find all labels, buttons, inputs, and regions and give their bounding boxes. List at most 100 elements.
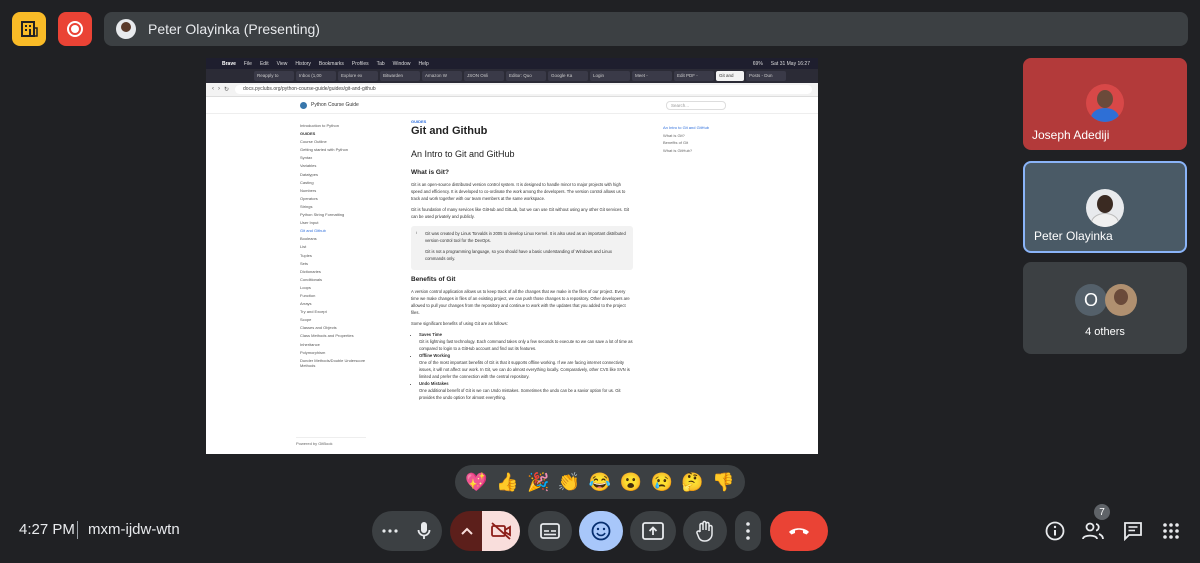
menubar-item: Help [418, 60, 429, 67]
chat-button[interactable] [1120, 518, 1146, 544]
powered-by: Powered by GitBook [296, 437, 366, 446]
participant-name: Joseph Adediji [1032, 128, 1110, 142]
others-label: 4 others [1085, 326, 1125, 338]
send-reaction-button[interactable] [579, 511, 623, 551]
menubar-item: Window [392, 60, 411, 67]
menubar-item: File [243, 60, 252, 67]
hand-icon [696, 520, 713, 542]
camera-off-icon [491, 522, 511, 540]
people-button[interactable] [1080, 518, 1106, 544]
table-of-contents: An Intro to Git and GitHub What is Git? … [663, 125, 709, 155]
sidebar-item: Dictionaries [300, 268, 321, 274]
sidebar-item: Introduction to Python [300, 123, 339, 128]
presenter-label: Peter Olayinka (Presenting) [148, 21, 320, 37]
reaction-thumbs-up[interactable]: 👍 [494, 469, 520, 495]
menubar-datetime: Sat 31 May 16:27 [770, 60, 810, 67]
sidebar-item: Getting started with Python [300, 147, 349, 153]
reaction-thumbs-down[interactable]: 👎 [710, 469, 736, 495]
sidebar-item: Course Outline [300, 139, 327, 145]
meeting-host-icon[interactable] [12, 12, 46, 46]
sidebar-item: Class Methods and Properties [300, 333, 354, 339]
browser-tab: Edit PDF - [674, 71, 714, 81]
leave-call-button[interactable] [770, 511, 828, 551]
paragraph: Git is foundation of many services like … [411, 207, 630, 219]
sidebar-item: Variables [300, 163, 317, 169]
sidebar-item: Booleans [300, 236, 317, 242]
reactions-bar: 💖 👍 🎉 👏 😂 😮 😢 🤔 👎 [455, 465, 745, 499]
list-item: Offline WorkingOne of the most important… [419, 352, 633, 380]
present-screen-button[interactable] [630, 511, 676, 551]
raise-hand-button[interactable] [683, 511, 727, 551]
info-icon [1045, 521, 1065, 541]
participant-tile-active[interactable]: Peter Olayinka [1023, 161, 1187, 253]
microphone-button[interactable] [406, 511, 442, 551]
audio-options-button[interactable] [372, 511, 408, 551]
docs-content: GUIDES Git and Github An Intro to Git an… [411, 119, 633, 401]
recording-indicator[interactable] [58, 12, 92, 46]
sidebar-item: List [300, 244, 307, 250]
reaction-sad[interactable]: 😢 [649, 469, 675, 495]
more-vertical-icon [746, 522, 750, 540]
chevron-up-icon [461, 527, 473, 535]
avatar [1086, 189, 1124, 227]
meeting-details-button[interactable] [1042, 518, 1068, 544]
building-icon [21, 21, 38, 37]
people-count-badge: 7 [1094, 504, 1110, 520]
participant-name: Peter Olayinka [1034, 229, 1113, 243]
reaction-heart[interactable]: 💖 [463, 469, 489, 495]
camera-options-button[interactable] [450, 511, 484, 551]
people-icon [1082, 522, 1104, 540]
sidebar-item: Numbers [300, 187, 317, 193]
browser-tab: Bitwarden [380, 71, 420, 81]
sidebar-item: Dunder Methods/Double Underscore Methods [300, 357, 366, 368]
info-callout: Git was created by Linus Torvalds in 200… [411, 226, 633, 270]
heading-what-is-git: What is Git? [411, 169, 449, 176]
avatar-initial: O [1075, 284, 1107, 316]
reaction-party[interactable]: 🎉 [525, 469, 551, 495]
docs-search: Search... [666, 101, 726, 110]
docs-header: Python Course Guide [206, 97, 818, 114]
browser-tab: JSON Onli [464, 71, 504, 81]
callout-text: Git was created by Linus Torvalds in 200… [425, 231, 626, 243]
activities-button[interactable] [1158, 518, 1184, 544]
paragraph: Git is an open-source distributed versio… [411, 182, 626, 201]
sidebar-item: Syntax [300, 155, 313, 161]
apps-grid-icon [1163, 523, 1179, 539]
others-tile[interactable]: O 4 others [1023, 262, 1187, 354]
docs-page: Python Course Guide Search... Introducti… [206, 97, 818, 454]
participant-tile[interactable]: Joseph Adediji [1023, 58, 1187, 150]
sidebar-item: Operators [300, 195, 318, 201]
reaction-thinking[interactable]: 🤔 [680, 469, 706, 495]
list-item: Saves TimeGit is lightning fast technolo… [419, 331, 633, 352]
menubar-item: History [295, 60, 311, 67]
meeting-time: 4:27 PM [19, 521, 75, 538]
browser-tab: Inbox (1,00 [296, 71, 336, 81]
paragraph: A version control application allows us … [411, 289, 630, 315]
captions-icon [540, 523, 560, 539]
camera-toggle-button[interactable] [482, 511, 520, 551]
presenter-bar[interactable]: Peter Olayinka (Presenting) [104, 12, 1188, 46]
menubar-item: Edit [259, 60, 269, 67]
sidebar-item: Scope [300, 317, 312, 323]
browser-tab: Posts - Dun [746, 71, 786, 81]
divider [77, 521, 78, 539]
browser-nav-icons: ‹ › ↻ [212, 86, 230, 93]
sidebar-item: Sets [300, 260, 309, 266]
sidebar-item: Conditionals [300, 276, 323, 282]
more-options-button[interactable] [735, 511, 761, 551]
page-title: Git and Github [411, 125, 488, 137]
menubar-item: Profiles [351, 60, 369, 67]
sidebar-item: Python String Formatting [300, 212, 345, 218]
sidebar-item: User Input [300, 220, 319, 226]
sidebar-item: Function [300, 292, 316, 298]
captions-button[interactable] [528, 511, 572, 551]
reaction-surprised[interactable]: 😮 [618, 469, 644, 495]
sidebar-item: Tuples [300, 252, 312, 258]
benefits-list: Saves TimeGit is lightning fast technolo… [411, 331, 633, 401]
reaction-laugh[interactable]: 😂 [587, 469, 613, 495]
others-avatars: O [1075, 284, 1137, 316]
avatar [1086, 84, 1124, 122]
browser-tab: Google Ka [548, 71, 588, 81]
emoji-icon [591, 521, 611, 541]
reaction-clap[interactable]: 👏 [556, 469, 582, 495]
